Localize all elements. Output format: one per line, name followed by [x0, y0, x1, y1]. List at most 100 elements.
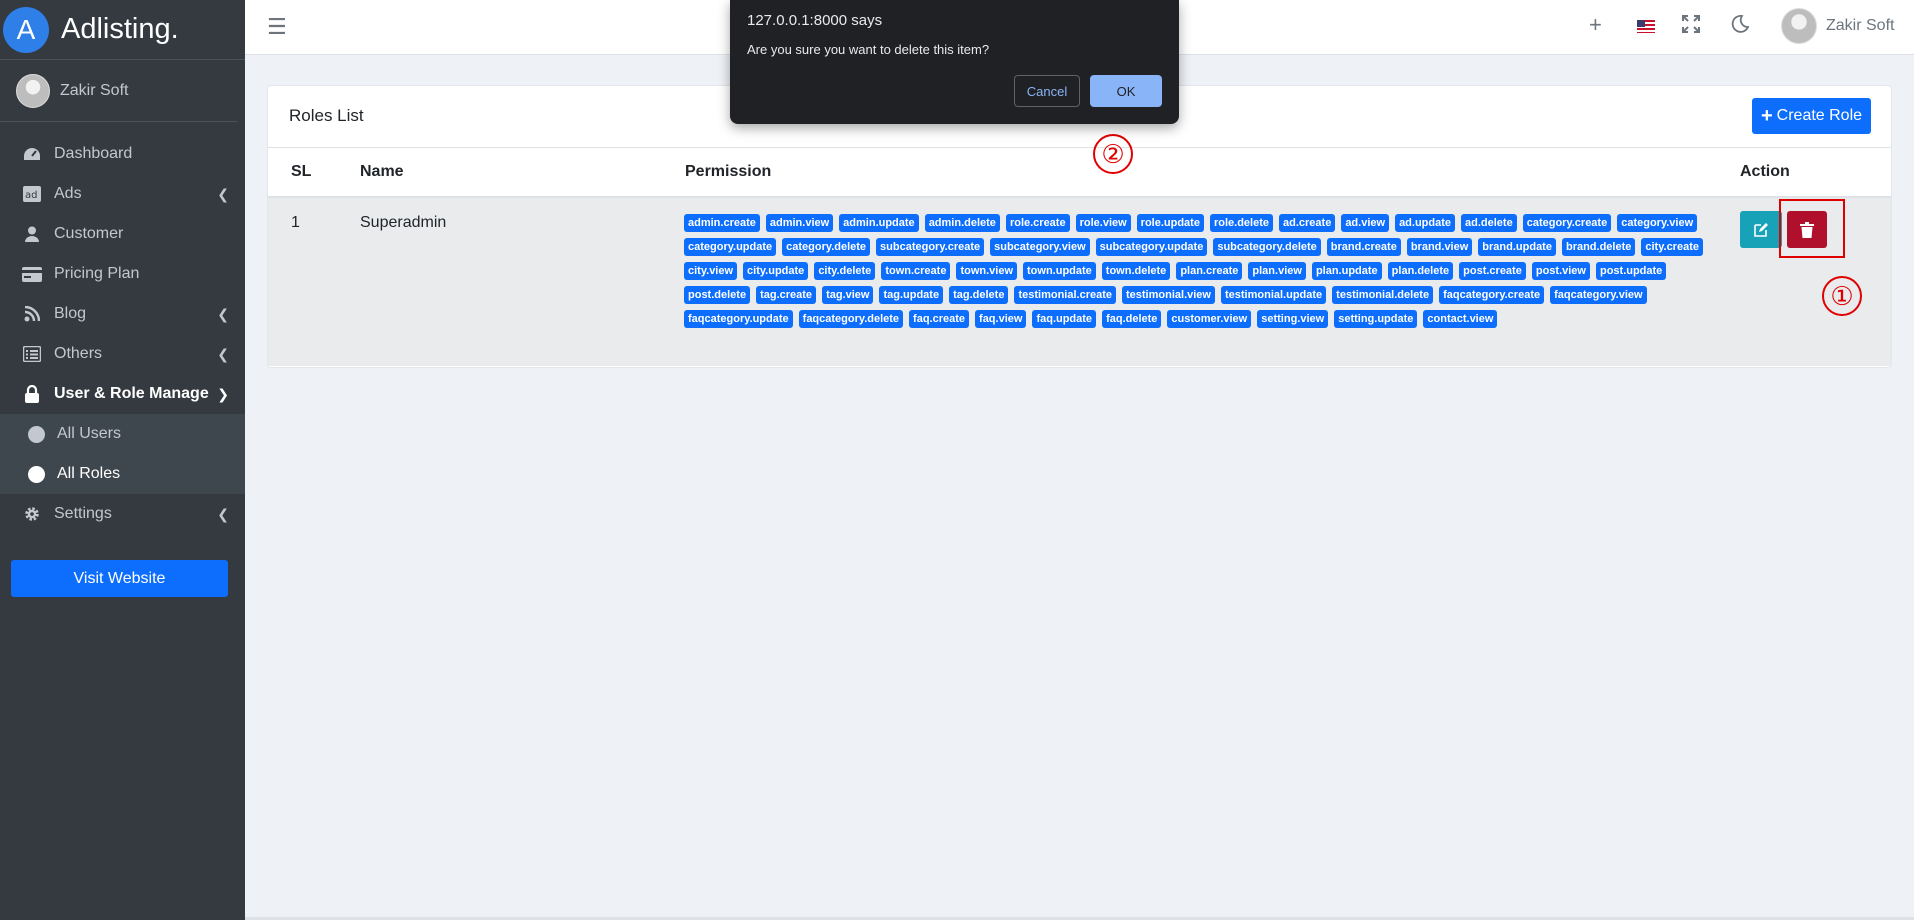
- sidebar-item-label: Settings: [54, 505, 112, 522]
- sidebar-nav-bottom: Settings ❮: [0, 494, 245, 534]
- sidebar-item-ads[interactable]: ad Ads ❮: [0, 174, 245, 214]
- sidebar-item-all-roles[interactable]: All Roles: [0, 454, 245, 494]
- fullscreen-icon[interactable]: [1682, 15, 1700, 39]
- us-flag-icon[interactable]: [1637, 20, 1655, 33]
- sidebar-item-all-users[interactable]: All Users: [0, 414, 245, 454]
- permission-badge: category.view: [1617, 214, 1698, 232]
- lock-icon: [22, 384, 42, 404]
- menu-toggle-icon[interactable]: ☰: [267, 14, 287, 40]
- column-header-name: Name: [337, 148, 662, 198]
- sidebar-item-user-role-manage[interactable]: User & Role Manage ❯: [0, 374, 245, 414]
- sidebar-user-panel[interactable]: Zakir Soft: [0, 60, 237, 122]
- permission-badge: role.update: [1136, 214, 1204, 232]
- page-title: Roles List: [289, 106, 364, 125]
- sidebar-item-settings[interactable]: Settings ❮: [0, 494, 245, 534]
- permission-badge: testimonial.create: [1014, 286, 1116, 304]
- permission-badge: faqcategory.view: [1550, 286, 1647, 304]
- credit-card-icon: [22, 264, 42, 284]
- avatar[interactable]: [1781, 8, 1817, 44]
- sidebar-subnav: All Users All Roles: [0, 414, 245, 494]
- permission-badge: ad.delete: [1461, 214, 1517, 232]
- plus-icon[interactable]: +: [1589, 12, 1602, 38]
- permission-badge: setting.update: [1334, 310, 1418, 328]
- brand[interactable]: A Adlisting.: [0, 0, 245, 60]
- annotation-number-2: ②: [1093, 134, 1133, 174]
- sidebar-item-label: User & Role Manage: [54, 385, 209, 402]
- permission-badge: town.create: [881, 262, 951, 280]
- permission-badge: category.update: [684, 238, 777, 256]
- sidebar: A Adlisting. Zakir Soft Dashboard ad Ads…: [0, 0, 245, 920]
- chevron-left-icon: ❮: [217, 505, 229, 522]
- annotation-box-delete: [1779, 199, 1845, 258]
- permission-badge: admin.delete: [924, 214, 1000, 232]
- permission-badge: subcategory.view: [990, 238, 1090, 256]
- permission-badge: tag.view: [822, 286, 874, 304]
- dialog-cancel-button[interactable]: Cancel: [1014, 75, 1080, 107]
- sidebar-item-label: Blog: [54, 305, 87, 322]
- sidebar-item-pricing-plan[interactable]: Pricing Plan: [0, 254, 245, 294]
- permission-badge: role.delete: [1209, 214, 1273, 232]
- dialog-message: Are you sure you want to delete this ite…: [747, 42, 990, 57]
- sidebar-item-customer[interactable]: Customer: [0, 214, 245, 254]
- permission-badge: plan.delete: [1387, 262, 1454, 280]
- user-icon: [22, 224, 42, 244]
- list-icon: [22, 344, 42, 364]
- dialog-title: 127.0.0.1:8000 says: [747, 12, 883, 29]
- cell-sl: 1: [268, 197, 337, 366]
- plus-icon: +: [1760, 104, 1773, 127]
- permission-badge: ad.create: [1279, 214, 1336, 232]
- permission-badge: city.update: [743, 262, 809, 280]
- edit-button[interactable]: [1740, 211, 1782, 248]
- permission-badge: faq.view: [975, 310, 1027, 328]
- permission-badge: tag.create: [756, 286, 817, 304]
- chevron-left-icon: ❮: [217, 345, 229, 362]
- sidebar-item-label: Pricing Plan: [54, 265, 140, 282]
- visit-website-button[interactable]: Visit Website: [11, 560, 228, 597]
- permission-badge: brand.view: [1406, 238, 1473, 256]
- table-header-row: SL Name Permission Action: [268, 148, 1891, 198]
- permission-badge: faq.create: [909, 310, 970, 328]
- dialog-ok-button[interactable]: OK: [1090, 75, 1162, 107]
- create-role-button[interactable]: + Create Role: [1752, 98, 1871, 134]
- permission-badge: post.view: [1531, 262, 1590, 280]
- permission-badge: customer.view: [1167, 310, 1252, 328]
- permission-badge: brand.delete: [1561, 238, 1636, 256]
- chevron-down-icon: ❯: [217, 385, 229, 402]
- sidebar-item-blog[interactable]: Blog ❮: [0, 294, 245, 334]
- permission-badge: category.delete: [782, 238, 871, 256]
- ads-icon: ad: [22, 184, 42, 204]
- permission-badge: admin.view: [765, 214, 834, 232]
- permission-badge: contact.view: [1423, 310, 1498, 328]
- brand-logo: A: [3, 6, 49, 53]
- sidebar-item-others[interactable]: Others ❮: [0, 334, 245, 374]
- permission-badge: category.create: [1522, 214, 1612, 232]
- permission-badge: testimonial.view: [1122, 286, 1215, 304]
- permission-badge: setting.view: [1257, 310, 1329, 328]
- circle-icon: [28, 425, 45, 443]
- permission-badge: town.update: [1023, 262, 1096, 280]
- permission-badge: subcategory.update: [1095, 238, 1208, 256]
- permission-badge: faqcategory.update: [684, 310, 793, 328]
- permission-badge: tag.delete: [949, 286, 1009, 304]
- permission-badge: ad.update: [1395, 214, 1456, 232]
- topbar-user-name[interactable]: Zakir Soft: [1826, 17, 1894, 35]
- sidebar-item-label: All Users: [57, 425, 122, 442]
- cell-permissions: admin.create admin.view admin.update admin.…: [662, 197, 1717, 366]
- roles-table: SL Name Permission Action 1 Superadmin a…: [268, 148, 1891, 366]
- permission-badge: plan.create: [1176, 262, 1243, 280]
- dashboard-icon: [22, 144, 42, 164]
- permission-badge: role.view: [1075, 214, 1131, 232]
- sidebar-item-label: Others: [54, 345, 103, 362]
- chevron-left-icon: ❮: [217, 185, 229, 202]
- permission-badge: post.delete: [684, 286, 751, 304]
- roles-card: Roles List + Create Role SL Name Permiss…: [267, 85, 1892, 368]
- table-row: 1 Superadmin admin.create admin.view admin…: [268, 197, 1891, 366]
- permission-badge: faq.delete: [1102, 310, 1162, 328]
- moon-icon[interactable]: [1731, 15, 1750, 39]
- sidebar-item-label: Dashboard: [54, 145, 133, 162]
- sidebar-item-dashboard[interactable]: Dashboard: [0, 134, 245, 174]
- permission-badge: town.delete: [1101, 262, 1171, 280]
- permission-badge: faq.update: [1032, 310, 1097, 328]
- permission-badges: admin.create admin.view admin.update admin.…: [684, 212, 1709, 334]
- permission-badge: brand.create: [1326, 238, 1401, 256]
